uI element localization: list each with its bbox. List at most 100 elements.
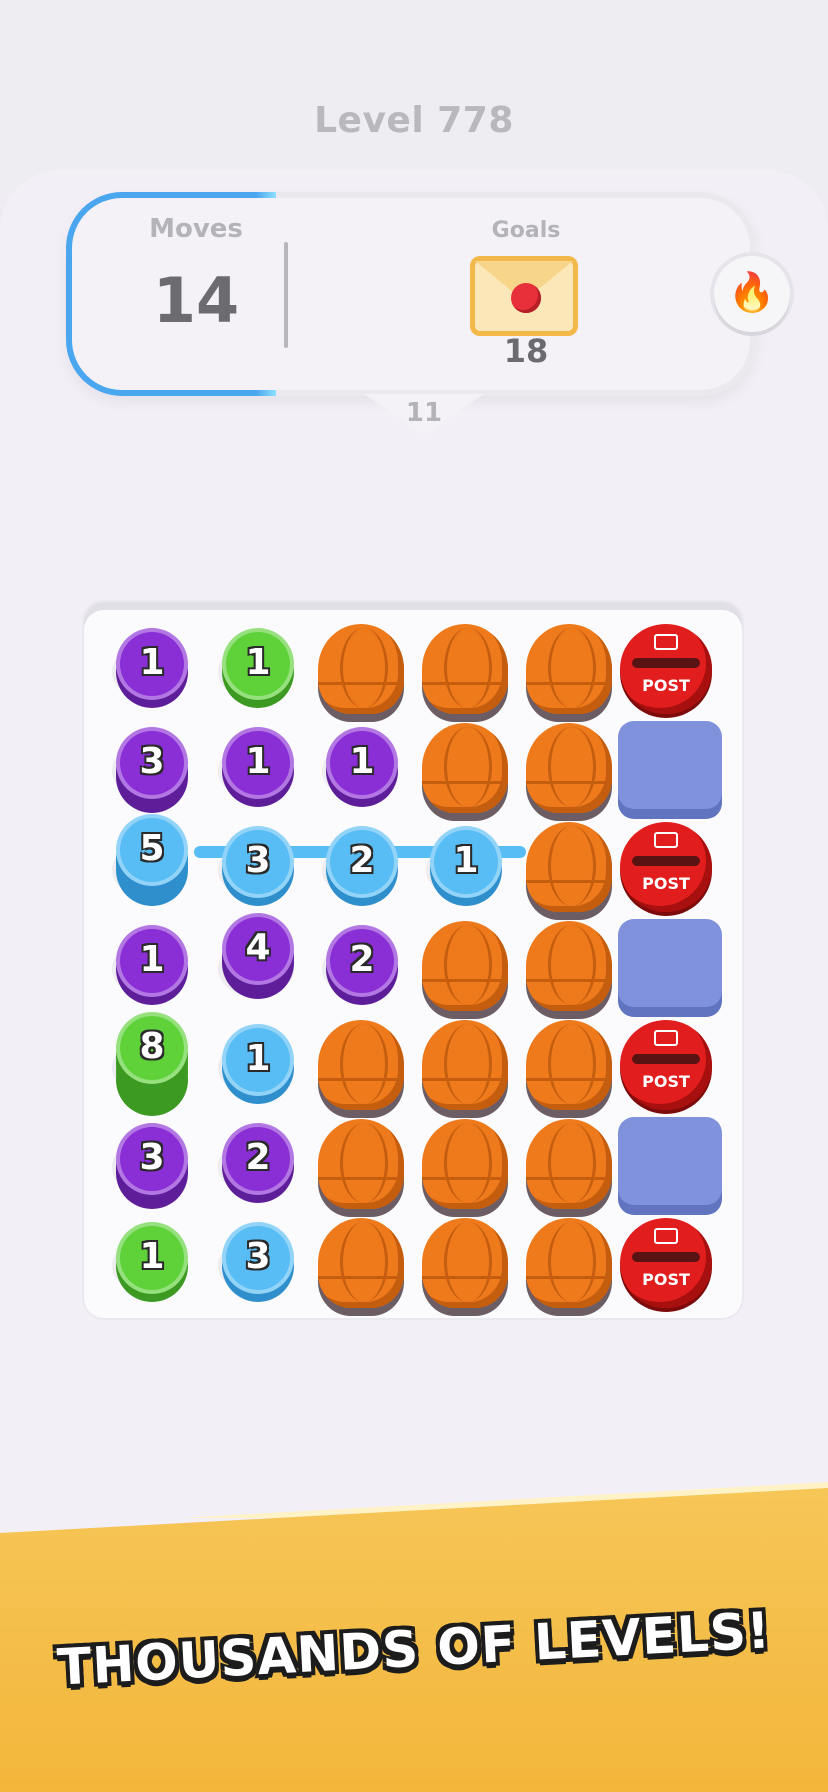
green-stack-tile[interactable]: 8	[102, 1012, 198, 1114]
envelope-icon	[470, 256, 578, 336]
stack-count: 1	[139, 939, 165, 980]
stack-count: 1	[245, 1038, 271, 1079]
basket-icon	[526, 1218, 612, 1308]
fire-icon: 🔥	[728, 270, 776, 314]
basket-tile[interactable]	[416, 1018, 512, 1114]
basket-icon	[526, 1020, 612, 1110]
blue-stack-tile[interactable]: 1	[208, 1018, 304, 1114]
blue-disc-stack: 3	[222, 826, 294, 898]
green-stack-tile[interactable]: 1	[208, 622, 304, 718]
purple-stack-tile[interactable]: 3	[102, 1117, 198, 1213]
purple-stack-tile[interactable]: 3	[102, 721, 198, 817]
basket-icon	[318, 1218, 404, 1308]
postbox-label: POST	[642, 676, 690, 695]
basket-tile[interactable]	[312, 1018, 408, 1114]
stack-count: 2	[349, 840, 375, 881]
hud-panel: Moves 14 Goals 18	[66, 192, 756, 396]
notch-value: 11	[405, 398, 443, 428]
basket-icon	[526, 723, 612, 813]
blocker-tile	[618, 721, 722, 817]
postbox-icon: POST	[620, 1218, 712, 1308]
envelope-seal	[511, 283, 541, 313]
stack-count: 1	[245, 642, 271, 683]
basket-icon	[318, 1020, 404, 1110]
basket-icon	[526, 1119, 612, 1209]
green-disc-stack: 1	[116, 1222, 188, 1294]
blocker-tile	[618, 1117, 722, 1213]
postbox-tile[interactable]: POST	[618, 1018, 714, 1114]
postbox-tile[interactable]: POST	[618, 820, 714, 916]
purple-stack-tile[interactable]: 2	[312, 919, 408, 1015]
blue-disc-stack: 3	[222, 1222, 294, 1294]
stack-count: 1	[349, 741, 375, 782]
basket-tile[interactable]	[312, 622, 408, 718]
basket-icon	[422, 1119, 508, 1209]
stack-count: 2	[349, 939, 375, 980]
basket-tile[interactable]	[416, 1117, 512, 1213]
basket-tile[interactable]	[416, 721, 512, 817]
green-stack-tile[interactable]: 1	[102, 1216, 198, 1312]
stack-count: 8	[139, 1026, 165, 1067]
purple-disc-stack: 3	[116, 727, 188, 799]
purple-stack-tile[interactable]: 1	[208, 721, 304, 817]
stack-count: 3	[139, 1137, 165, 1178]
basket-tile[interactable]	[312, 1216, 408, 1312]
blue-stack-tile[interactable]: 5	[102, 814, 198, 916]
green-disc-stack: 8	[116, 1012, 188, 1084]
purple-stack-tile[interactable]: 4	[208, 913, 304, 1015]
basket-tile[interactable]	[520, 820, 616, 916]
stack-count: 5	[139, 828, 165, 869]
blue-stack-tile[interactable]: 3	[208, 1216, 304, 1312]
game-board: 1 1 POST 3 1 1 5 3 2 1 POST 1 4 2 8 1 POST 3 2 1 3 POST	[84, 602, 742, 1318]
basket-tile[interactable]	[416, 622, 512, 718]
purple-disc-stack: 1	[222, 727, 294, 799]
mail-icon	[654, 1228, 678, 1244]
postbox-tile[interactable]: POST	[618, 1216, 714, 1312]
basket-icon	[422, 624, 508, 714]
purple-stack-tile[interactable]: 1	[102, 919, 198, 1015]
basket-tile[interactable]	[520, 1018, 616, 1114]
purple-disc-stack: 1	[116, 925, 188, 997]
purple-disc-stack: 2	[222, 1123, 294, 1195]
stack-count: 3	[245, 840, 271, 881]
postbox-label: POST	[642, 874, 690, 893]
moves-label: Moves	[149, 214, 243, 244]
purple-stack-tile[interactable]: 2	[208, 1117, 304, 1213]
basket-tile[interactable]	[416, 1216, 512, 1312]
blocker-block	[618, 1117, 722, 1205]
goals-value: 18	[503, 332, 549, 370]
purple-disc-stack: 2	[326, 925, 398, 997]
basket-tile[interactable]	[520, 1117, 616, 1213]
blue-stack-tile[interactable]: 2	[312, 820, 408, 916]
fire-powerup-button[interactable]: 🔥	[714, 256, 790, 332]
basket-icon	[318, 624, 404, 714]
green-disc-stack: 1	[222, 628, 294, 700]
postbox-slot	[632, 1252, 700, 1262]
postbox-slot	[632, 658, 700, 668]
blue-stack-tile[interactable]: 3	[208, 820, 304, 916]
purple-disc-stack: 3	[116, 1123, 188, 1195]
purple-stack-tile[interactable]: 1	[312, 721, 408, 817]
mail-icon	[654, 1030, 678, 1046]
blocker-block	[618, 919, 722, 1007]
basket-tile[interactable]	[520, 919, 616, 1015]
blue-stack-tile[interactable]: 1	[416, 820, 512, 916]
mail-icon	[654, 832, 678, 848]
basket-tile[interactable]	[520, 622, 616, 718]
basket-icon	[422, 1020, 508, 1110]
stack-count: 1	[453, 840, 479, 881]
basket-tile[interactable]	[416, 919, 512, 1015]
basket-tile[interactable]	[312, 1117, 408, 1213]
basket-tile[interactable]	[520, 1216, 616, 1312]
basket-tile[interactable]	[520, 721, 616, 817]
blocker-block	[618, 721, 722, 809]
postbox-tile[interactable]: POST	[618, 622, 714, 718]
stack-count: 2	[245, 1137, 271, 1178]
postbox-icon: POST	[620, 822, 712, 912]
postbox-label: POST	[642, 1270, 690, 1289]
blocker-tile	[618, 919, 722, 1015]
hud-divider	[284, 242, 288, 348]
blue-disc-stack: 5	[116, 814, 188, 886]
purple-stack-tile[interactable]: 1	[102, 622, 198, 718]
stack-count: 1	[245, 741, 271, 782]
